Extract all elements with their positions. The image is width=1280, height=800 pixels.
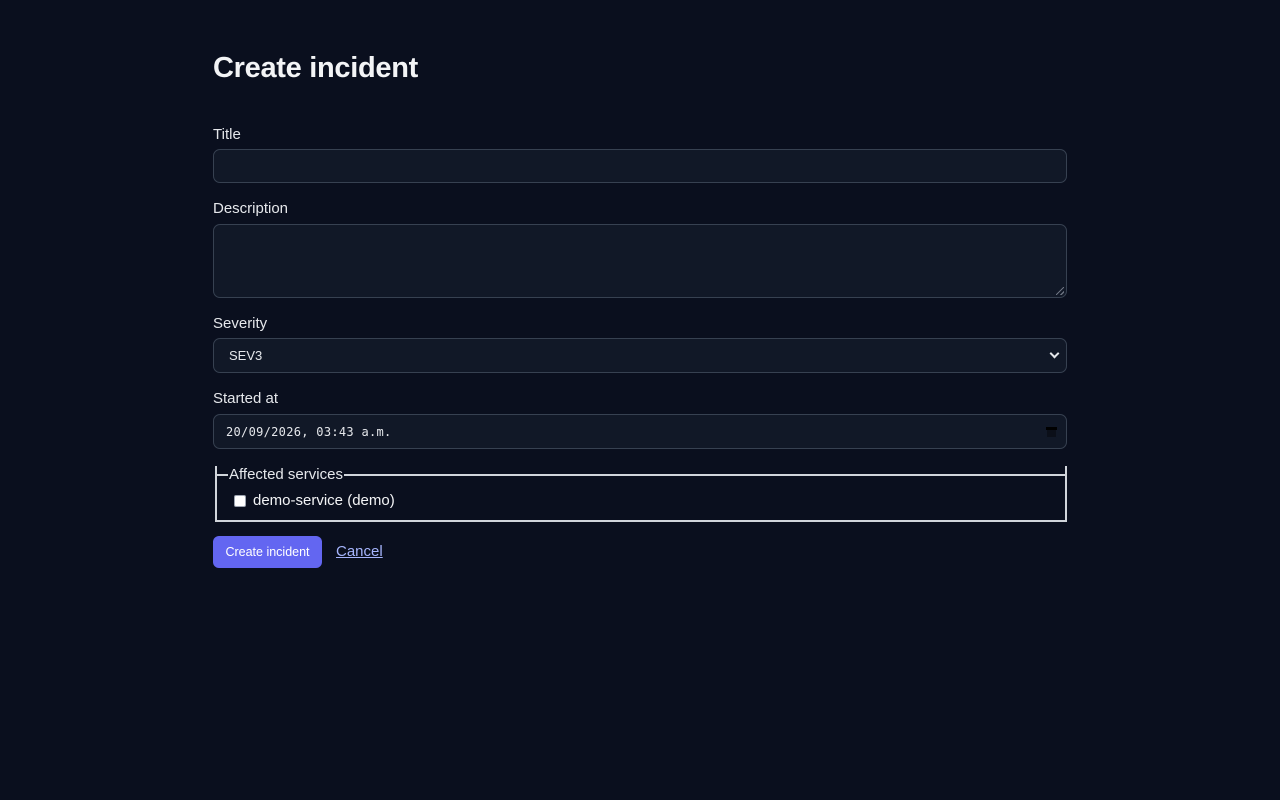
severity-select[interactable]: SEV3 (213, 338, 1067, 373)
started-at-label: Started at (213, 390, 279, 407)
started-at-value: 20/09/2026, 03:43 a.m. (226, 424, 392, 439)
fieldset-border (215, 474, 228, 476)
started-at-datetime-input[interactable]: 20/09/2026, 03:43 a.m. (213, 414, 1067, 449)
cancel-link[interactable]: Cancel (336, 543, 383, 560)
calendar-icon[interactable] (1046, 427, 1057, 438)
severity-label: Severity (213, 315, 268, 332)
resize-handle-icon[interactable] (1056, 287, 1064, 295)
service-checkbox[interactable] (234, 494, 246, 507)
title-input[interactable] (213, 149, 1067, 183)
service-option-label: demo-service (demo) (253, 492, 395, 509)
fieldset-border (344, 474, 1067, 476)
service-option-demo-service[interactable]: demo-service (demo) (234, 492, 395, 509)
title-label: Title (213, 126, 241, 143)
page-title: Create incident (213, 52, 418, 84)
severity-selected-value: SEV3 (229, 348, 263, 363)
create-incident-button[interactable]: Create incident (213, 536, 322, 568)
affected-services-legend: Affected services (229, 466, 343, 483)
description-label: Description (213, 200, 289, 217)
chevron-down-icon (1049, 348, 1060, 359)
description-textarea[interactable] (213, 224, 1067, 298)
